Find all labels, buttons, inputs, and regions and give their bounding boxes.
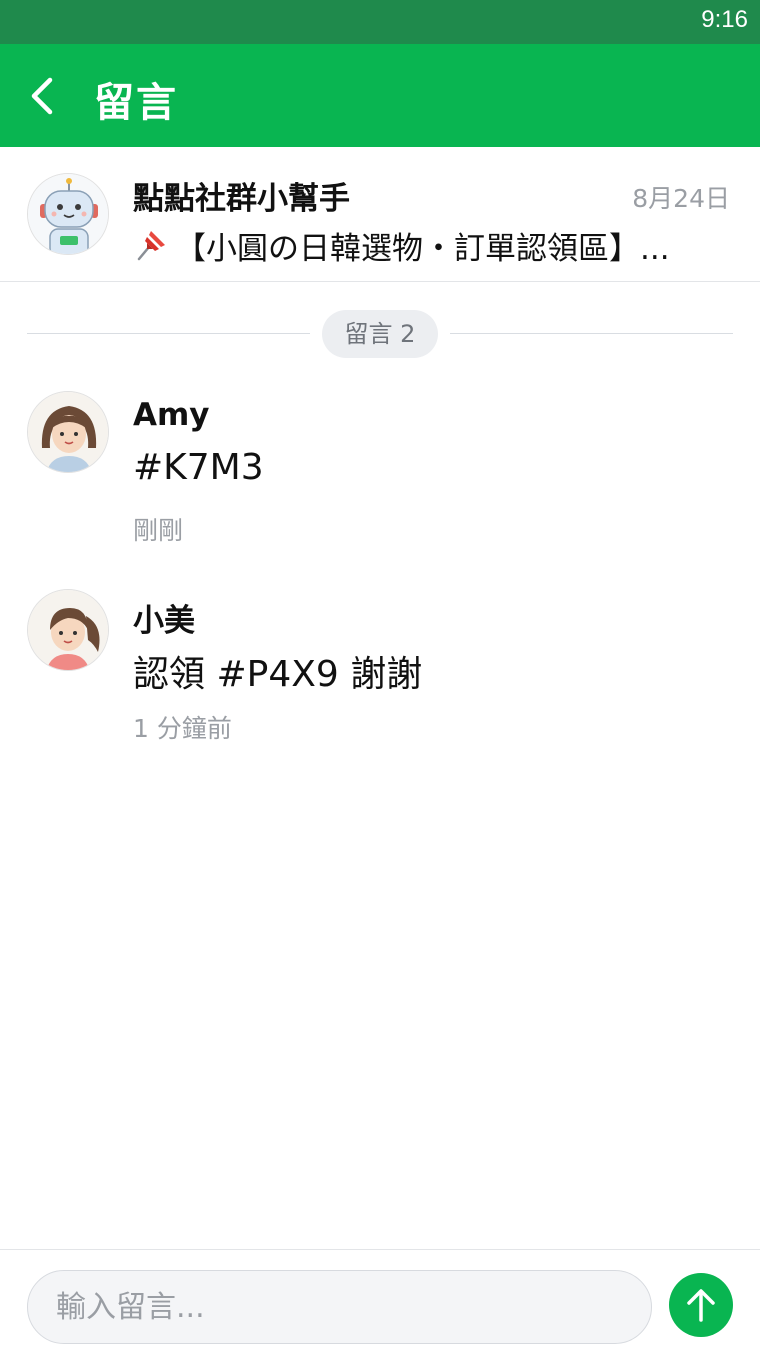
pushpin-icon	[137, 231, 165, 261]
header-bar: 留言	[0, 44, 760, 147]
post-date: 8月24日	[632, 184, 730, 213]
comment-timestamp: 剛剛	[133, 516, 184, 545]
divider-line-right	[450, 333, 733, 334]
post-preview: 【小圓の日韓選物・訂單認領區】...	[133, 223, 723, 268]
page-title: 留言	[94, 80, 178, 126]
divider-line-left	[27, 333, 310, 334]
comment-count-divider: 留言 2	[27, 310, 733, 358]
comment-timestamp: 1 分鐘前	[133, 714, 232, 743]
post-preview-text: 【小圓の日韓選物・訂單認領區】...	[175, 231, 670, 267]
avatar[interactable]	[27, 589, 109, 671]
comment-text: 認領 #P4X9 謝謝	[133, 654, 423, 695]
send-button[interactable]	[669, 1273, 733, 1337]
arrow-up-icon	[687, 1289, 715, 1322]
bot-avatar	[27, 173, 109, 255]
chevron-left-icon	[31, 77, 53, 115]
comment-text: #K7M3	[133, 447, 264, 488]
comment-author: 小美	[133, 603, 195, 639]
comment-item[interactable]: Amy #K7M3 剛剛	[0, 391, 760, 561]
post-author: 點點社群小幫手	[133, 181, 350, 217]
comment-count-badge: 留言 2	[322, 310, 438, 358]
original-post[interactable]: 點點社群小幫手 8月24日 【小圓の日韓選物・訂單認領區】...	[0, 147, 760, 282]
avatar[interactable]	[27, 391, 109, 473]
back-button[interactable]	[22, 70, 70, 122]
comment-composer	[0, 1249, 760, 1361]
status-bar: 9:16	[0, 0, 760, 44]
comment-input[interactable]	[27, 1270, 652, 1344]
comment-author: Amy	[133, 397, 210, 433]
status-time: 9:16	[701, 6, 748, 33]
comment-item[interactable]: 小美 認領 #P4X9 謝謝 1 分鐘前	[0, 589, 760, 759]
